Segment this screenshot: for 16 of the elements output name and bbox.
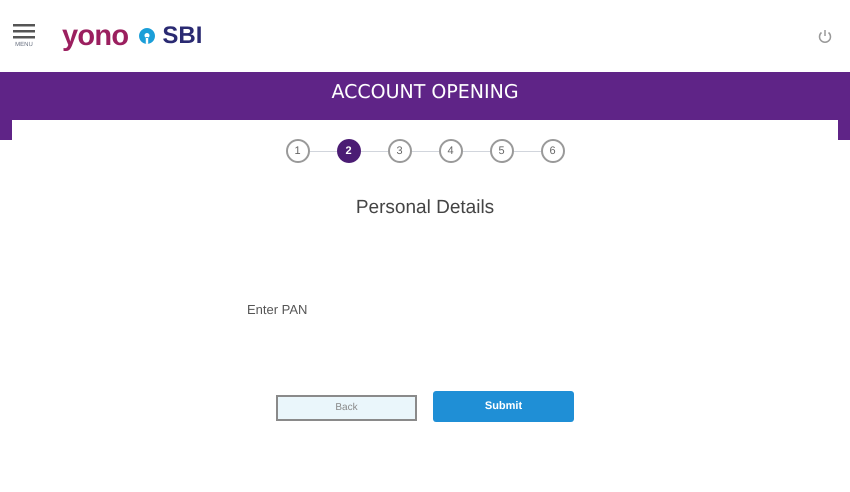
logo-icon [138,27,156,45]
step-indicator: 1 [286,139,310,163]
logo-text: SBI [162,24,202,48]
banner-title: ACCOUNT OPENING [330,80,520,105]
step-indicator: 2 [336,139,360,163]
step-indicator: 6 [540,139,564,163]
submit-button[interactable]: Submit [433,390,574,422]
logo-text: yono [62,22,128,50]
section-title: Personal Details [356,196,494,220]
menu-icon[interactable] [13,22,35,38]
back-button[interactable]: Back [276,394,417,420]
power-icon[interactable] [817,28,833,44]
step-indicator: 3 [388,139,412,163]
step-indicator: 4 [438,139,462,163]
step-indicator: 5 [490,139,514,163]
pan-input-field[interactable]: Enter PAN [247,298,587,322]
